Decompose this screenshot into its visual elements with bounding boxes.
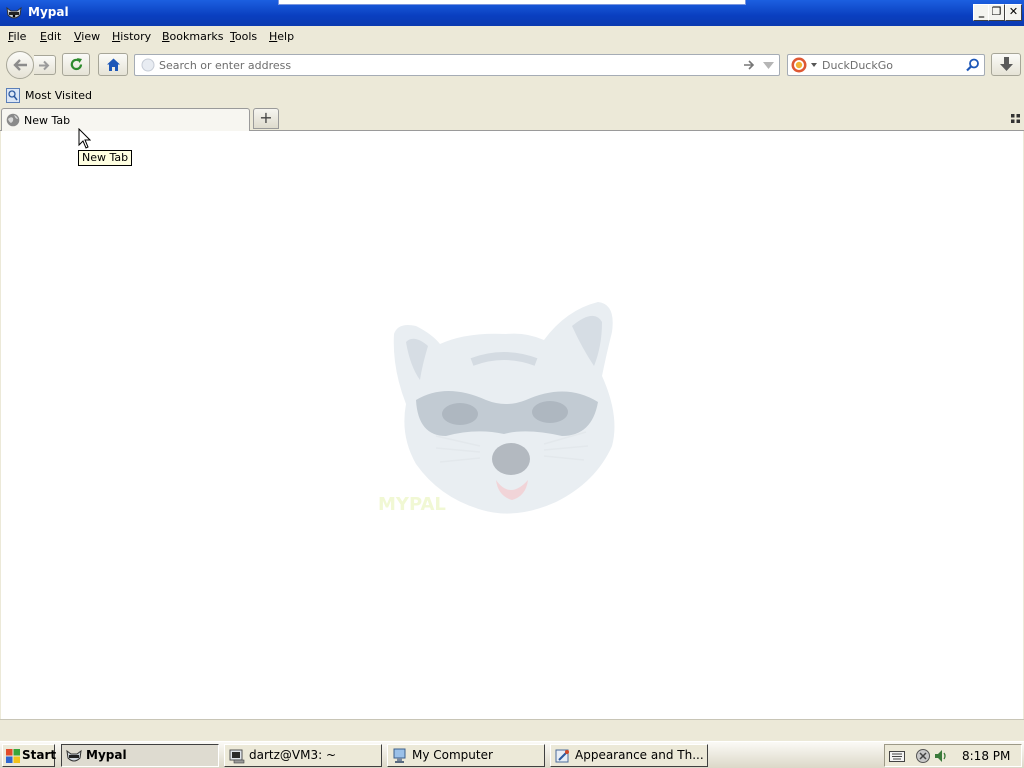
close-button[interactable]: ✕: [1005, 4, 1022, 21]
mouse-cursor-icon: [78, 128, 91, 149]
navigation-toolbar: [0, 48, 1024, 82]
terminal-icon: [229, 749, 245, 764]
search-bar[interactable]: [787, 54, 985, 76]
keyboard-icon[interactable]: [889, 749, 905, 762]
menu-bookmarks[interactable]: Bookmarks: [162, 30, 223, 43]
system-tray: 8:18 PM: [884, 744, 1022, 767]
windows-logo-icon: [6, 749, 20, 763]
globe-icon: [141, 58, 155, 72]
tab-new-tab[interactable]: New Tab: [1, 108, 250, 131]
menu-view[interactable]: View: [74, 30, 100, 43]
duckduckgo-icon[interactable]: [791, 57, 807, 73]
raccoon-app-icon: [6, 6, 22, 19]
network-icon[interactable]: [915, 748, 931, 764]
menu-history[interactable]: History: [112, 30, 151, 43]
bookmark-folder-icon: [6, 88, 20, 103]
download-arrow-icon: [1000, 57, 1013, 71]
menu-help[interactable]: Help: [269, 30, 294, 43]
titlebar-top-strip: [278, 0, 746, 5]
menu-bar: File Edit View History Bookmarks Tools H…: [0, 26, 1024, 48]
forward-button[interactable]: [34, 55, 56, 75]
tab-groups-icon[interactable]: [1011, 114, 1020, 123]
arrow-right-icon: [39, 60, 50, 71]
taskbar-item-terminal[interactable]: dartz@VM3: ~: [224, 744, 382, 767]
tab-tooltip: New Tab: [78, 150, 133, 166]
downloads-button[interactable]: [991, 53, 1021, 76]
taskbar-item-mypal[interactable]: Mypal: [61, 744, 219, 767]
back-button[interactable]: [6, 51, 34, 79]
mypal-raccoon-logo: MYPAL: [378, 302, 615, 515]
address-input[interactable]: [159, 57, 729, 73]
search-icon[interactable]: [966, 58, 980, 72]
raccoon-icon: [66, 749, 82, 762]
engine-dropdown-icon[interactable]: [811, 63, 817, 67]
most-visited-folder[interactable]: Most Visited: [4, 87, 94, 105]
task-label: Mypal: [86, 748, 127, 762]
address-bar[interactable]: [134, 54, 780, 76]
control-panel-icon: [555, 749, 569, 763]
page-content[interactable]: MYPAL: [1, 131, 1023, 719]
menu-file[interactable]: File: [8, 30, 26, 43]
taskbar-item-appearance[interactable]: Appearance and Th...: [550, 744, 708, 767]
globe-icon: [6, 113, 20, 127]
volume-icon[interactable]: [933, 748, 949, 764]
home-icon: [107, 58, 120, 71]
mypal-logo-text: MYPAL: [378, 494, 446, 515]
restore-button[interactable]: ❐: [988, 4, 1005, 21]
task-label: Appearance and Th...: [575, 748, 704, 762]
computer-icon: [393, 748, 406, 763]
home-button[interactable]: [98, 53, 128, 76]
bookmarks-toolbar: Most Visited: [0, 86, 1024, 106]
start-label: Start: [22, 748, 57, 762]
status-bar: [0, 719, 1024, 741]
menu-edit[interactable]: Edit: [40, 30, 61, 43]
task-label: My Computer: [412, 748, 493, 762]
window-title: Mypal: [28, 5, 69, 19]
arrow-left-icon: [13, 59, 27, 71]
menu-tools[interactable]: Tools: [230, 30, 257, 43]
start-button[interactable]: Start: [2, 744, 57, 767]
taskbar-item-my-computer[interactable]: My Computer: [387, 744, 545, 767]
new-tab-button[interactable]: +: [253, 108, 279, 129]
window-titlebar[interactable]: Mypal _ ❐ ✕: [0, 0, 1024, 26]
search-input[interactable]: [822, 57, 952, 73]
most-visited-label: Most Visited: [25, 89, 92, 102]
tab-strip: New Tab +: [0, 106, 1024, 131]
tab-label: New Tab: [24, 114, 71, 127]
clock[interactable]: 8:18 PM: [962, 749, 1010, 763]
reload-button[interactable]: [62, 53, 90, 76]
reload-icon: [70, 58, 83, 71]
task-label: dartz@VM3: ~: [249, 748, 337, 762]
taskbar: Start Mypal dartz@VM3: ~ My Computer App…: [0, 741, 1024, 768]
go-arrow-icon[interactable]: [743, 59, 755, 71]
history-dropdown-icon[interactable]: [763, 62, 774, 69]
